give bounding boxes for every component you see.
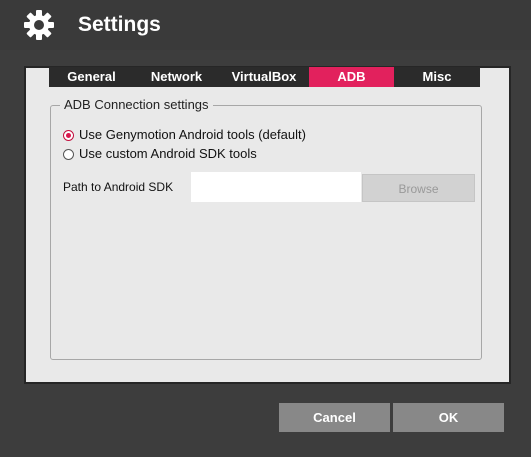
tab-general[interactable]: General (49, 67, 134, 87)
tab-bar: General Network VirtualBox ADB Misc (49, 67, 480, 87)
option-genymotion-tools[interactable]: Use Genymotion Android tools (default) (63, 127, 306, 143)
sdk-path-label: Path to Android SDK (63, 180, 174, 194)
cancel-button[interactable]: Cancel (279, 403, 390, 432)
group-title: ADB Connection settings (60, 97, 213, 113)
gear-icon (24, 10, 54, 40)
tab-network[interactable]: Network (134, 67, 219, 87)
ok-button[interactable]: OK (393, 403, 504, 432)
tab-misc[interactable]: Misc (394, 67, 480, 87)
radio-button[interactable] (63, 148, 74, 160)
option-label: Use Genymotion Android tools (default) (79, 127, 306, 142)
window-title: Settings (78, 13, 161, 36)
option-custom-sdk[interactable]: Use custom Android SDK tools (63, 146, 257, 162)
tab-virtualbox[interactable]: VirtualBox (219, 67, 309, 87)
title-bar: Settings (0, 0, 531, 50)
option-label: Use custom Android SDK tools (79, 146, 257, 161)
radio-button-checked[interactable] (63, 129, 74, 141)
browse-button[interactable]: Browse (362, 174, 475, 202)
adb-connection-group (50, 105, 482, 360)
sdk-path-input[interactable] (191, 172, 361, 202)
tab-adb[interactable]: ADB (309, 67, 394, 87)
